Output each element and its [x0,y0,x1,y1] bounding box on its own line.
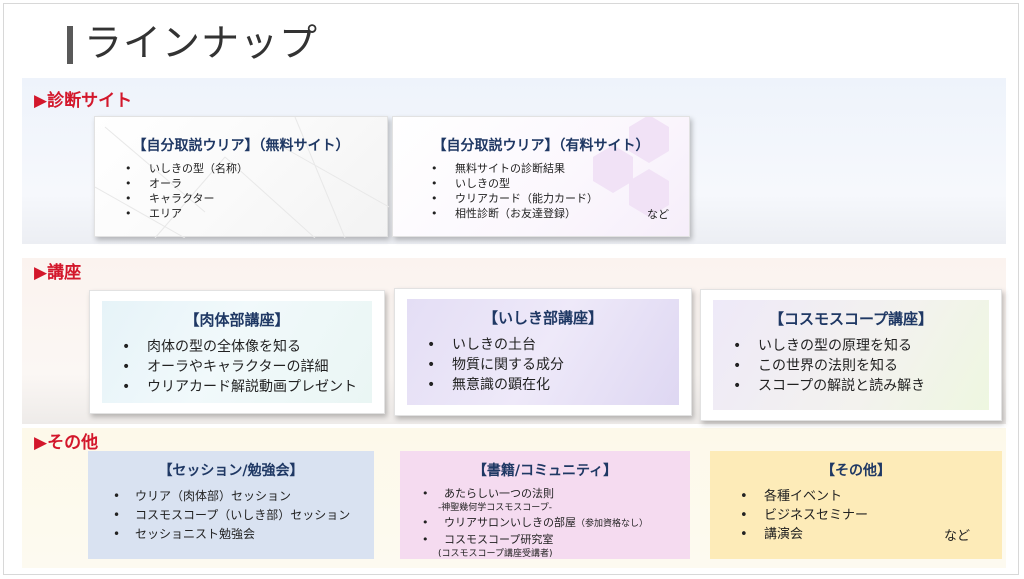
bullet-icon: • [733,378,742,394]
list-item: • 無意識の顕在化 [427,377,550,393]
title-accent-bar [67,26,73,64]
course-title-cosmoscope: 【コスモスコープ講座】 [768,310,934,328]
bullet-icon: • [431,192,438,205]
list-item: • コスモスコープ研究室 [422,533,554,546]
paid-site-card: 【自分取説ウリア】（有料サイト） • 無料サイトの診断結果 • いしきの型 • ウリア… [392,116,690,237]
bullet-icon: • [122,359,131,375]
free-site-list: • いしきの型（名称） • オーラ • キャラクター • エリア [125,161,248,221]
course-list-body: • 肉体の型の全体像を知る • オーラやキャラクターの詳細 • ウリアカード解説動画プ… [122,337,357,397]
list-item: • 物質に関する成分 [427,357,564,373]
page-title: ラインナップ [84,21,319,65]
course-card-cosmoscope: 【コスモスコープ講座】 • いしきの型の原理を知る • この世界の法則を知る • スコ… [700,289,1002,421]
list-item-subtitle: -神聖幾何学コスモスコープ- [438,503,552,513]
list-item: • あたらしい一つの法則 [422,487,554,500]
session-box: 【セッション/勉強会】 • ウリア（肉体部）セッション • コスモスコープ（いしき部… [88,451,374,559]
list-item: • オーラ [125,177,182,190]
list-item: • この世界の法則を知る [733,358,898,374]
list-item: • ウリアカード（能力カード） [431,192,598,205]
books-community-box: 【書籍/コミュニティ】 • あたらしい一つの法則 -神聖幾何学コスモスコープ- •… [400,451,690,559]
bullet-icon: • [113,527,121,541]
bullet-icon: • [113,508,121,522]
books-community-list: • あたらしい一つの法則 -神聖幾何学コスモスコープ- • ウリアサロンいしきの部屋… [422,486,648,561]
section-label-diagnosis: ▶診断サイト [34,91,133,111]
list-item: • ウリアカード解説動画プレゼント [122,379,357,395]
list-item: • 相性診断（お友達登録） [431,207,576,220]
list-item-subtitle: (コスモスコープ講座受講者) [438,549,553,559]
list-item: • いしきの土台 [427,337,536,353]
bullet-icon: • [431,177,438,190]
free-site-title: 【自分取説ウリア】（無料サイト） [132,138,350,154]
paid-site-title: 【自分取説ウリア】（有料サイト） [432,138,650,154]
course-title-ishiki: 【いしき部講座】 [482,309,603,327]
list-item: • コスモスコープ（いしき部）セッション [113,506,350,525]
bullet-icon: • [422,516,429,529]
course-card-body: 【肉体部講座】 • 肉体の型の全体像を知る • オーラやキャラクターの詳細 • ウリア… [89,290,385,414]
bullet-icon: • [422,487,429,500]
bullet-icon: • [740,527,748,542]
bullet-icon: • [427,377,436,393]
list-item: • いしきの型の原理を知る [733,338,912,354]
misc-box: 【その他】 • 各種イベント • ビジネスセミナー • 講演会 など [710,451,1002,559]
list-item: • 各種イベント [740,489,843,504]
list-item: • ウリア（肉体部）セッション [113,487,350,506]
misc-title: 【その他】 [821,463,891,479]
bullet-icon: • [122,379,131,395]
course-list-ishiki: • いしきの土台 • 物質に関する成分 • 無意識の顕在化 [427,335,564,395]
books-community-title: 【書籍/コミュニティ】 [472,463,618,479]
list-item: • 無料サイトの診断結果 [431,162,565,175]
etc-label: など [647,208,669,221]
list-item: • 講演会 [740,527,804,542]
list-item: • セッショニスト勉強会 [113,525,350,544]
list-item: • エリア [125,207,182,220]
bullet-icon: • [125,162,132,175]
bullet-icon: • [122,339,131,355]
bullet-icon: • [113,489,121,503]
bullet-icon: • [125,177,132,190]
course-card-ishiki: 【いしき部講座】 • いしきの土台 • 物質に関する成分 • 無意識の顕在化 [394,288,692,416]
bullet-icon: • [427,357,436,373]
list-item: • キャラクター [125,192,215,205]
course-list-cosmoscope: • いしきの型の原理を知る • この世界の法則を知る • スコープの解説と読み解き [733,336,925,396]
list-item: • オーラやキャラクターの詳細 [122,359,329,375]
session-list: • ウリア（肉体部）セッション • コスモスコープ（いしき部）セッション • セッショ… [113,487,350,544]
bullet-icon: • [740,508,748,523]
bullet-icon: • [740,489,748,504]
bullet-icon: • [733,338,742,354]
bullet-icon: • [422,533,429,546]
list-item: • ウリアサロンいしきの部屋（参加資格なし） [422,516,649,529]
course-title-body: 【肉体部講座】 [184,311,290,329]
free-site-card: 【自分取説ウリア】（無料サイト） • いしきの型（名称） • オーラ • キャラクター… [94,116,389,238]
bullet-icon: • [431,162,438,175]
session-title: 【セッション/勉強会】 [158,463,304,479]
bullet-icon: • [431,207,438,220]
section-label-other: ▶その他 [34,433,99,453]
list-item: • いしきの型 [431,177,510,190]
list-item: • いしきの型（名称） [125,162,248,175]
misc-list: • 各種イベント • ビジネスセミナー • 講演会 [740,487,868,544]
bullet-icon: • [733,358,742,374]
bullet-icon: • [125,192,132,205]
etc-label: など [944,529,971,544]
bullet-icon: • [125,207,132,220]
paid-site-list: • 無料サイトの診断結果 • いしきの型 • ウリアカード（能力カード） • 相性診断（… [431,161,598,221]
bullet-icon: • [427,337,436,353]
list-item: • 肉体の型の全体像を知る [122,339,301,355]
list-item: • スコープの解説と読み解き [733,378,926,394]
eligibility-note: （参加資格なし） [576,519,649,529]
section-label-courses: ▶講座 [34,263,82,283]
slide: ラインナップ ▶診断サイト ▶講座 ▶その他 【自分取説ウリア】（無料サイト） … [3,3,1019,575]
list-item: • ビジネスセミナー [740,508,869,523]
